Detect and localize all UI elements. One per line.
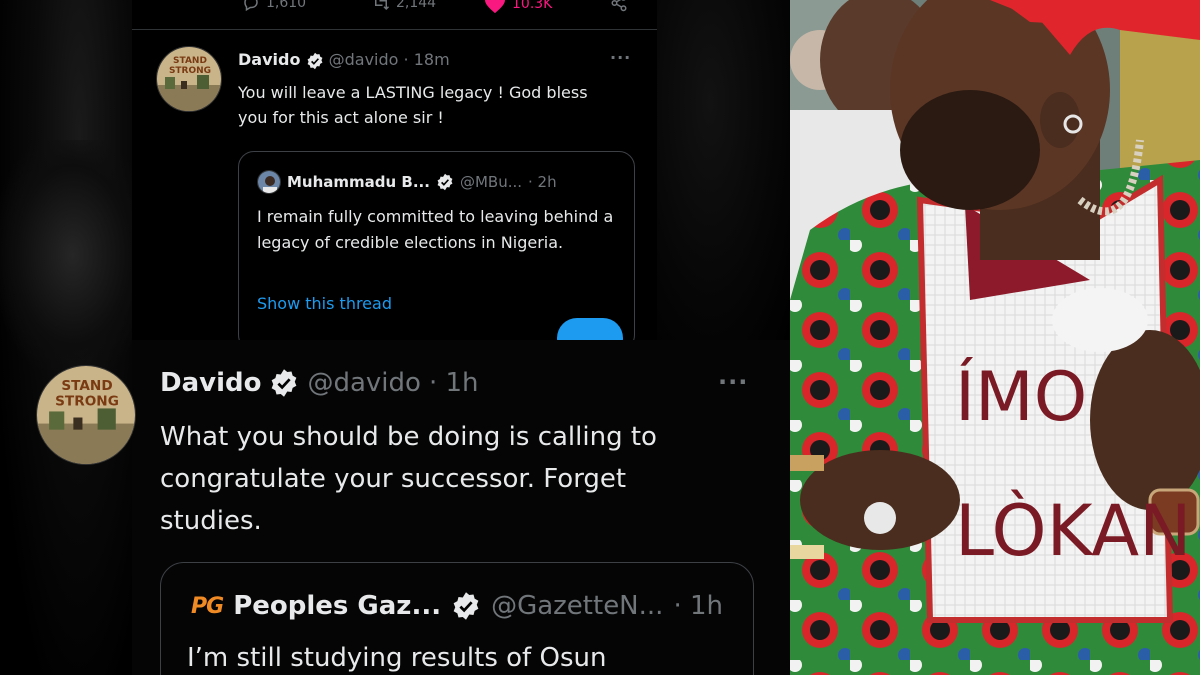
quoted-tweet-time: · 2h [528,173,557,191]
quoted-author-handle: @GazetteN... [491,591,664,621]
reply-action[interactable]: 1,610 [242,0,306,12]
quoted-tweet[interactable]: Muhammadu B... @MBu... · 2h I remain ful… [238,151,635,340]
retweet-action[interactable]: 2,144 [372,0,436,12]
tweet-action-bar: 1,610 2,144 10.3K [132,0,657,30]
more-icon[interactable]: ··· [610,48,631,67]
author-handle[interactable]: @davido [329,50,399,69]
show-thread-link[interactable]: Show this thread [257,294,392,313]
photo-illustration: ÍMO LÒKAN [790,0,1200,675]
tweet-text: You will leave a LASTING legacy ! God bl… [238,83,588,127]
quoted-tweet-text: I remain fully committed to leaving behi… [257,207,614,252]
blurred-background-right [657,0,790,340]
quoted-author-handle: @MBu... [459,173,523,191]
retweet-icon [375,0,390,11]
share-icon [611,0,627,12]
avatar[interactable]: STAND STRONG [156,46,222,112]
avatar[interactable]: STAND STRONG [36,365,136,465]
sign-text-line1: ÍMO [955,357,1087,437]
svg-text:STRONG: STRONG [169,66,211,76]
verified-badge-icon [453,592,479,620]
quoted-tweet-time: · 1h [673,591,723,621]
tweet-time[interactable]: · 1h [429,368,479,398]
tweet-header: Davido @davido · 18m [238,50,450,70]
more-icon[interactable]: ··· [718,368,748,396]
quoted-author-name: Peoples Gaz... [233,591,442,621]
verified-badge-icon [437,173,453,191]
verified-badge-icon [307,52,322,69]
peoples-gazette-logo: PG [191,593,224,619]
davido-photo: ÍMO LÒKAN [790,0,1200,675]
compose-button[interactable] [557,318,623,340]
heart-icon [485,0,505,14]
verified-badge-icon [272,369,297,397]
quoted-tweet-text: I’m still studying results of Osun [187,643,607,673]
tweet-header: Davido @davido · 1h [160,368,479,398]
quoted-tweet[interactable]: PG Peoples Gaz... @GazetteN... · 1h I’m … [160,562,754,675]
quoted-avatar [257,170,281,194]
like-count: 10.3K [512,0,553,12]
blurred-background-left-glow [0,140,132,370]
svg-text:STRONG: STRONG [55,393,119,409]
sign-text-line2: LÒKAN [955,490,1192,572]
tweet-time[interactable]: · 18m [404,50,450,69]
author-name[interactable]: Davido [238,50,300,69]
svg-text:STAND: STAND [61,378,112,394]
svg-text:STAND: STAND [173,56,207,66]
quoted-author-name: Muhammadu B... [287,173,430,191]
reply-count: 1,610 [266,0,307,11]
share-action[interactable] [610,0,628,12]
reply-icon [244,0,258,12]
tweet-text: What you should be doing is calling to c… [160,422,657,536]
author-name[interactable]: Davido [160,368,261,398]
like-action[interactable]: 10.3K [484,0,552,14]
quoted-tweet-header: Muhammadu B... @MBu... · 2h [257,170,557,194]
retweet-count: 2,144 [396,0,437,11]
tweet-screenshot-panel: 1,610 2,144 10.3K STAND STRONG Davido @d… [0,0,790,675]
quoted-tweet-header: PG Peoples Gaz... @GazetteN... · 1h [191,591,723,621]
small-tweet-screenshot: 1,610 2,144 10.3K STAND STRONG Davido @d… [132,0,657,340]
author-handle[interactable]: @davido [307,368,420,398]
